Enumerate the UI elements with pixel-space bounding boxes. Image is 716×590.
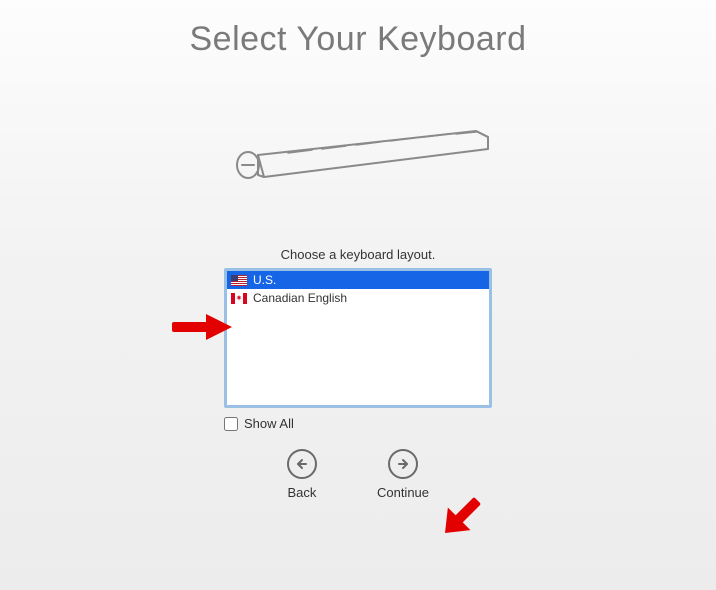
prompt-label: Choose a keyboard layout. [0, 247, 716, 262]
canada-flag-icon [231, 293, 247, 304]
us-flag-icon [231, 275, 247, 286]
show-all-checkbox[interactable] [224, 417, 238, 431]
keyboard-icon [218, 119, 498, 199]
list-item[interactable]: U.S. [227, 271, 489, 289]
continue-button[interactable]: Continue [377, 449, 429, 500]
show-all-label: Show All [244, 416, 294, 431]
keyboard-layout-list[interactable]: U.S. Canadian English [224, 268, 492, 408]
back-label: Back [288, 485, 317, 500]
back-button[interactable]: Back [287, 449, 317, 500]
list-item[interactable]: Canadian English [227, 289, 489, 307]
page-title: Select Your Keyboard [0, 0, 716, 59]
nav-row: Back Continue [0, 449, 716, 500]
arrow-left-icon [287, 449, 317, 479]
list-item-label: Canadian English [253, 291, 347, 305]
show-all-row[interactable]: Show All [224, 416, 492, 431]
continue-label: Continue [377, 485, 429, 500]
list-item-label: U.S. [253, 273, 276, 287]
arrow-right-icon [388, 449, 418, 479]
